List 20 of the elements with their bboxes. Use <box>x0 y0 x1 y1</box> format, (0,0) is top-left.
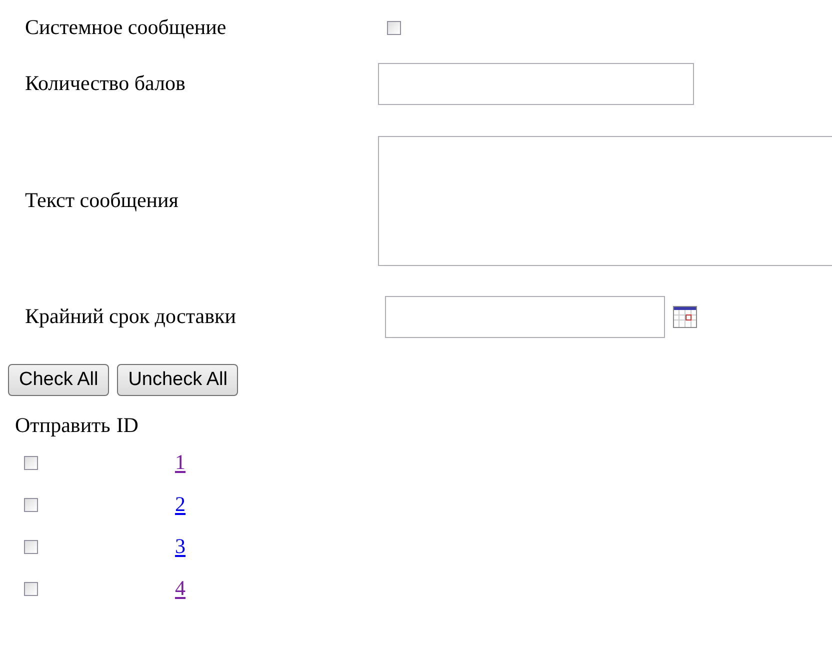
checkbox[interactable] <box>387 21 401 35</box>
field-label: Текст сообщения <box>24 187 180 214</box>
field-label: Системное сообщение <box>24 14 228 42</box>
input-field[interactable] <box>378 63 694 105</box>
field-label: Крайний срок доставки <box>24 303 237 330</box>
calendar-icon[interactable] <box>673 306 697 328</box>
id-link[interactable]: 4 <box>175 572 186 604</box>
checkbox[interactable] <box>24 456 38 470</box>
id-link[interactable]: 2 <box>175 488 186 520</box>
field-label: Количество балов <box>24 70 186 98</box>
checkbox[interactable] <box>24 582 38 596</box>
button[interactable]: Uncheck All <box>117 364 238 396</box>
date-field[interactable] <box>385 296 665 338</box>
id-link[interactable]: 1 <box>175 446 186 478</box>
checkbox[interactable] <box>24 540 38 554</box>
id-link[interactable]: 3 <box>175 530 186 562</box>
column-header: Отправить <box>15 412 110 439</box>
column-header: ID <box>116 412 138 439</box>
checkbox[interactable] <box>24 498 38 512</box>
button[interactable]: Check All <box>8 364 110 396</box>
